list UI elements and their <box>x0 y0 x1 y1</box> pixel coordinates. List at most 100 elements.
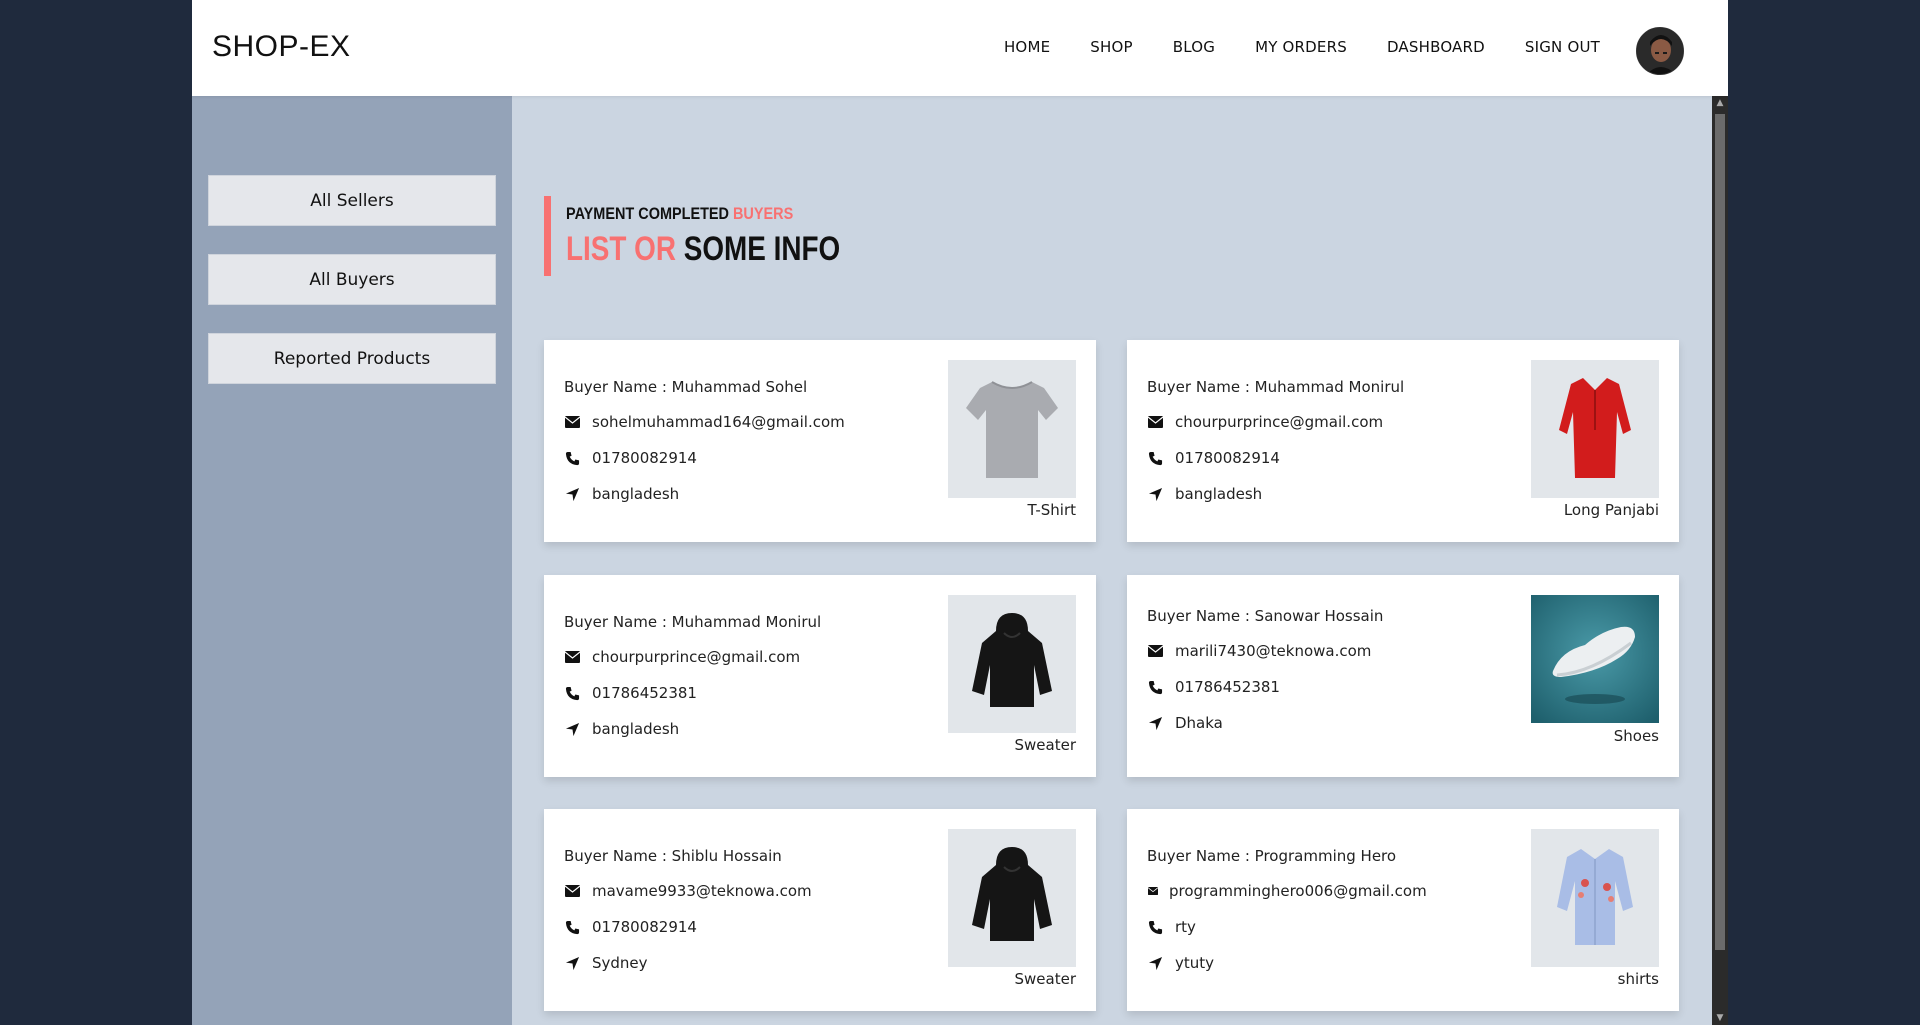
tshirt-icon <box>948 360 1076 498</box>
sidebar-item-reported-products[interactable]: Reported Products <box>208 333 496 384</box>
buyer-phone: 01786452381 <box>1175 678 1280 696</box>
buyer-card: Buyer Name : Muhammad Monirul chourpurpr… <box>1127 340 1679 542</box>
buyer-phone-row: 01780082914 <box>564 449 697 467</box>
product-image <box>1531 829 1659 967</box>
vertical-scrollbar[interactable]: ▲ ▼ <box>1712 96 1728 1025</box>
product-image <box>948 829 1076 967</box>
buyer-phone-row: 01786452381 <box>1147 678 1280 696</box>
buyer-location: bangladesh <box>592 720 680 738</box>
main-content: PAYMENT COMPLETED BUYERS LIST OR SOME IN… <box>512 96 1706 1025</box>
buyer-phone: 01780082914 <box>592 449 697 467</box>
phone-icon <box>564 450 580 466</box>
scroll-down-icon[interactable]: ▼ <box>1712 1011 1728 1025</box>
buyer-email-row: marili7430@teknowa.com <box>1147 642 1371 660</box>
buyer-name: Buyer Name : Programming Hero <box>1147 847 1397 865</box>
product-name: Sweater <box>1014 970 1077 988</box>
location-arrow-icon <box>564 721 580 737</box>
buyer-email-row: chourpurprince@gmail.com <box>1147 413 1383 431</box>
dashboard-sidebar: All Sellers All Buyers Reported Products <box>192 96 512 1025</box>
site-logo[interactable]: SHOP-EX <box>212 30 351 64</box>
buyer-name: Buyer Name : Muhammad Monirul <box>1147 378 1405 396</box>
scroll-up-icon[interactable]: ▲ <box>1712 96 1728 110</box>
avatar-photo-icon <box>1637 28 1683 74</box>
location-arrow-icon <box>564 486 580 502</box>
hoodie-icon <box>948 595 1076 733</box>
buyer-location: Sydney <box>592 954 648 972</box>
top-navbar: SHOP-EX HOME SHOP BLOG MY ORDERS DASHBOA… <box>192 0 1728 96</box>
buyer-location-row: bangladesh <box>564 720 679 738</box>
buyer-location: Dhaka <box>1175 714 1223 732</box>
location-arrow-icon <box>1147 955 1163 971</box>
sidebar-item-all-buyers[interactable]: All Buyers <box>208 254 496 305</box>
nav-sign-out[interactable]: SIGN OUT <box>1525 38 1600 56</box>
section-title: LIST OR SOME INFO <box>566 230 840 269</box>
buyer-phone-row: rty <box>1147 918 1196 936</box>
location-arrow-icon <box>1147 715 1163 731</box>
envelope-icon <box>1147 643 1163 659</box>
buyer-location-row: bangladesh <box>1147 485 1262 503</box>
title-text: SOME INFO <box>683 230 841 268</box>
app-window: SHOP-EX HOME SHOP BLOG MY ORDERS DASHBOA… <box>192 0 1728 1025</box>
envelope-icon <box>564 883 580 899</box>
product-name: Sweater <box>1014 736 1077 754</box>
buyer-location-row: ytuty <box>1147 954 1214 972</box>
buyer-email-row: mavame9933@teknowa.com <box>564 882 812 900</box>
title-accent: LIST OR <box>566 230 684 268</box>
product-name: T-Shirt <box>1027 501 1076 519</box>
user-avatar[interactable] <box>1636 27 1684 75</box>
buyer-location: bangladesh <box>592 485 680 503</box>
phone-icon <box>564 685 580 701</box>
phone-icon <box>1147 450 1163 466</box>
buyer-phone: 01780082914 <box>592 918 697 936</box>
buyer-email: marili7430@teknowa.com <box>1175 642 1372 660</box>
buyer-card: Buyer Name : Muhammad Monirul chourpurpr… <box>544 575 1096 777</box>
main-nav: HOME SHOP BLOG MY ORDERS DASHBOARD SIGN … <box>1004 38 1600 56</box>
buyer-email: sohelmuhammad164@gmail.com <box>592 413 845 431</box>
shirt-icon <box>1531 829 1659 967</box>
phone-icon <box>564 919 580 935</box>
buyer-card: Buyer Name : Sanowar Hossain marili7430@… <box>1127 575 1679 777</box>
buyer-location-row: Sydney <box>564 954 648 972</box>
buyer-email: chourpurprince@gmail.com <box>592 648 801 666</box>
buyer-phone-row: 01780082914 <box>564 918 697 936</box>
buyer-name: Buyer Name : Shiblu Hossain <box>564 847 782 865</box>
scrollbar-thumb[interactable] <box>1715 114 1725 950</box>
phone-icon <box>1147 679 1163 695</box>
nav-dashboard[interactable]: DASHBOARD <box>1387 38 1485 56</box>
sneaker-icon <box>1531 595 1659 723</box>
envelope-icon <box>1147 883 1158 899</box>
buyer-location-row: bangladesh <box>564 485 679 503</box>
product-image <box>948 595 1076 733</box>
buyer-email-row: sohelmuhammad164@gmail.com <box>564 413 845 431</box>
buyer-email: chourpurprince@gmail.com <box>1175 413 1384 431</box>
buyer-location: ytuty <box>1175 954 1215 972</box>
product-image <box>1531 360 1659 498</box>
buyer-name: Buyer Name : Sanowar Hossain <box>1147 607 1384 625</box>
panjabi-icon <box>1531 360 1659 498</box>
section-heading: PAYMENT COMPLETED BUYERS LIST OR SOME IN… <box>544 196 900 276</box>
location-arrow-icon <box>1147 486 1163 502</box>
subtitle-accent: BUYERS <box>732 204 794 223</box>
buyer-phone: 01780082914 <box>1175 449 1280 467</box>
buyer-email: mavame9933@teknowa.com <box>592 882 812 900</box>
location-arrow-icon <box>564 955 580 971</box>
sidebar-item-all-sellers[interactable]: All Sellers <box>208 175 496 226</box>
nav-shop[interactable]: SHOP <box>1090 38 1132 56</box>
nav-blog[interactable]: BLOG <box>1173 38 1215 56</box>
product-name: Shoes <box>1613 727 1659 745</box>
buyer-name: Buyer Name : Muhammad Monirul <box>564 613 822 631</box>
buyer-card: Buyer Name : Muhammad Sohel sohelmuhamma… <box>544 340 1096 542</box>
envelope-icon <box>1147 414 1163 430</box>
buyer-card: Buyer Name : Shiblu Hossain mavame9933@t… <box>544 809 1096 1011</box>
buyer-email-row: programminghero006@gmail.com <box>1147 882 1427 900</box>
nav-home[interactable]: HOME <box>1004 38 1050 56</box>
product-name: shirts <box>1617 970 1659 988</box>
envelope-icon <box>564 414 580 430</box>
nav-my-orders[interactable]: MY ORDERS <box>1255 38 1347 56</box>
buyer-email: programminghero006@gmail.com <box>1169 882 1427 900</box>
envelope-icon <box>564 649 580 665</box>
buyer-phone-row: 01780082914 <box>1147 449 1280 467</box>
buyer-card: Buyer Name : Programming Hero programmin… <box>1127 809 1679 1011</box>
section-subtitle: PAYMENT COMPLETED BUYERS <box>566 204 850 224</box>
product-image <box>948 360 1076 498</box>
